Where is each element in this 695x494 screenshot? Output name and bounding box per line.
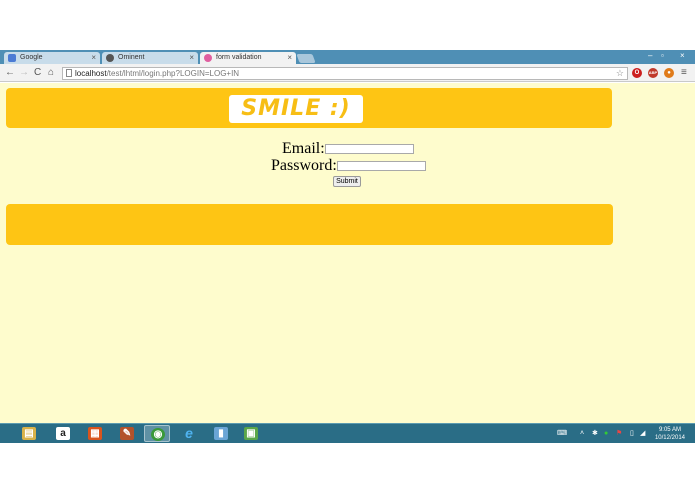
notepad-icon: ▮ (214, 427, 228, 440)
tab-form-validation[interactable]: form validation × (200, 52, 296, 64)
tab-strip: Google × Ominent × form validation × – ▫… (0, 50, 695, 64)
tab-title: Ominent (118, 54, 145, 61)
image-viewer-icon: ▣ (244, 427, 258, 440)
password-label: Password: (271, 157, 337, 174)
tab-title: Google (20, 54, 43, 61)
network-icon[interactable]: ◢ (640, 424, 645, 444)
email-label: Email: (282, 140, 325, 157)
url-path: /test/lhtml/login.php?LOGIN=LOG+IN (106, 69, 240, 78)
extension-icon[interactable]: ● (664, 68, 674, 78)
opera-icon[interactable]: O (632, 68, 642, 78)
close-tab-icon[interactable]: × (91, 52, 96, 64)
password-row: Password: (271, 157, 426, 175)
tray-app-icon[interactable]: ✱ (592, 424, 598, 444)
menu-icon[interactable]: ≡ (681, 66, 687, 80)
tab-ominent[interactable]: Ominent × (102, 52, 198, 64)
bookmark-star-icon[interactable]: ☆ (616, 68, 624, 79)
battery-icon[interactable]: ▯ (630, 424, 634, 444)
taskbar-image-viewer-button[interactable]: ▣ (238, 425, 264, 442)
maximize-icon[interactable]: ▫ (661, 50, 664, 62)
taskbar-explorer-button[interactable]: ▤ (16, 425, 42, 442)
keyboard-icon[interactable]: ⌨ (557, 424, 567, 444)
new-tab-button[interactable] (296, 54, 316, 63)
windows-taskbar: ▤ a ▦ ✎ ◉ e ▮ ▣ ⌨ ˄ ✱ ● ⚑ ▯ ◢ 9:05 AM 10… (0, 423, 695, 443)
header-banner: SMILE :) (6, 88, 612, 128)
chrome-icon: ◉ (151, 428, 165, 441)
taskbar-chrome-button[interactable]: ◉ (144, 425, 170, 442)
taskbar-ie-button[interactable]: e (176, 425, 202, 442)
browser-toolbar: ← → C ⌂ localhost/test/lhtml/login.php?L… (0, 64, 695, 82)
close-window-icon[interactable]: × (680, 50, 685, 62)
ominent-favicon-icon (106, 54, 114, 62)
taskbar-paint-button[interactable]: ✎ (114, 425, 140, 442)
reload-icon[interactable]: C (34, 66, 41, 80)
password-field[interactable] (336, 161, 426, 172)
submit-button[interactable]: Submit (333, 176, 361, 187)
url-host: localhost (75, 69, 107, 78)
taskbar-office-button[interactable]: ▦ (82, 425, 108, 442)
amazon-icon: a (56, 427, 70, 440)
clock-date: 10/12/2014 (654, 435, 685, 441)
taskbar-amazon-button[interactable]: a (50, 425, 76, 442)
show-hidden-icons-icon[interactable]: ˄ (580, 424, 584, 444)
google-favicon-icon (8, 54, 16, 62)
close-tab-icon[interactable]: × (189, 52, 194, 64)
close-tab-icon[interactable]: × (287, 52, 292, 64)
forward-icon[interactable]: → (19, 66, 29, 80)
system-clock[interactable]: 9:05 AM 10/12/2014 (655, 426, 685, 442)
taskbar-notepad-button[interactable]: ▮ (208, 425, 234, 442)
email-row: Email: (282, 140, 414, 158)
action-center-icon[interactable]: ⚑ (616, 424, 622, 444)
file-explorer-icon: ▤ (22, 427, 36, 440)
email-field[interactable] (324, 144, 414, 155)
office-icon: ▦ (88, 427, 102, 440)
form-validation-favicon-icon (204, 54, 212, 62)
adblock-icon[interactable]: ABP (648, 68, 658, 78)
tab-google[interactable]: Google × (4, 52, 100, 64)
home-icon[interactable]: ⌂ (48, 66, 54, 80)
page-icon (66, 69, 72, 77)
smile-logo: SMILE :) (229, 95, 363, 123)
minimize-icon[interactable]: – (648, 50, 652, 62)
page-viewport: SMILE :) Email: Password: Submit (0, 83, 695, 423)
clock-time: 9:05 AM (658, 427, 681, 433)
paint-icon: ✎ (120, 427, 134, 440)
back-icon[interactable]: ← (5, 66, 15, 80)
internet-explorer-icon: e (185, 425, 193, 441)
address-bar[interactable]: localhost/test/lhtml/login.php?LOGIN=LOG… (62, 67, 628, 80)
footer-banner (6, 204, 613, 245)
tab-title: form validation (216, 54, 262, 61)
tray-status-icon[interactable]: ● (604, 424, 608, 444)
